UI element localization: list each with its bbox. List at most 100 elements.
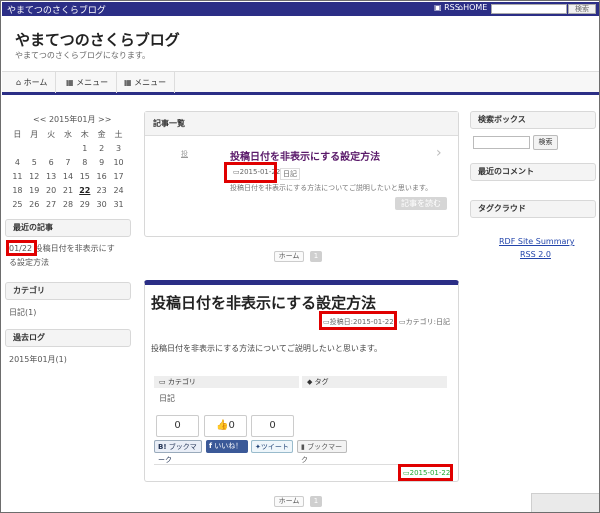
calendar-title[interactable]: << 2015年01月 >> xyxy=(33,114,111,125)
read-more-button[interactable]: 記事を読む xyxy=(395,197,447,210)
calendar-day: 6 xyxy=(48,157,54,167)
sidebar-search-button[interactable]: 検索 xyxy=(533,135,558,150)
weekday: 金 xyxy=(97,129,106,139)
like-count-value: 0 xyxy=(228,420,235,431)
pocket-bookmark-button[interactable]: ▮ ブックマーク xyxy=(297,440,347,464)
calendar-day: 3 xyxy=(115,143,122,153)
post-list-title[interactable]: 投稿日付を非表示にする設定方法 xyxy=(230,148,380,163)
hatena-icon: B! xyxy=(158,443,167,451)
calendar-week: 1 2 3 xyxy=(9,141,127,155)
calendar-day: 25 xyxy=(12,199,23,209)
grid-icon: ▦ xyxy=(66,78,74,87)
calendar-day xyxy=(43,141,60,155)
article-category-value[interactable]: 日記 xyxy=(159,393,175,404)
weekday: 水 xyxy=(63,129,72,139)
highlight-list-date xyxy=(224,162,277,183)
folder-icon: ▭ xyxy=(399,318,406,326)
calendar-day: 16 xyxy=(96,171,107,181)
calendar-week: 11 12 13 14 15 16 17 xyxy=(9,169,127,183)
browser-frame: やまてつのさくらブログ ▣ RSS ⌂HOME 検索 やまてつのさくらブログ や… xyxy=(0,0,600,513)
tweet-button[interactable]: ✦ツイート xyxy=(251,440,293,453)
calendar-week: 18 19 20 21 22 23 24 xyxy=(9,183,127,197)
rss-link[interactable]: ▣ RSS xyxy=(434,3,460,12)
nav-home[interactable]: ⌂ ホーム xyxy=(8,72,57,93)
post-list-heading: 記事一覧 xyxy=(145,112,458,136)
calendar-day: 28 xyxy=(62,199,74,209)
calendar-day xyxy=(26,141,43,155)
calendar-day: 13 xyxy=(46,171,57,181)
calendar-day: 12 xyxy=(29,171,40,181)
calendar-weekdays: 日 月 火 水 木 金 土 xyxy=(9,127,127,141)
top-search-button[interactable]: 検索 xyxy=(568,4,596,14)
article-body: 投稿日付を非表示にする方法についてご説明したいと思います。 xyxy=(151,344,383,353)
recent-post-link-cont[interactable]: る設定方法 xyxy=(9,257,49,268)
global-nav: ⌂ ホーム ▦ メニュー ▦ メニュー xyxy=(2,71,599,95)
pager-current-page[interactable]: 1 xyxy=(310,496,322,507)
post-list-excerpt: 投稿日付を非表示にする方法についてご説明したいと思います。 xyxy=(230,184,433,192)
article-category-section: ▭ カテゴリ xyxy=(154,376,299,388)
pager-home-button[interactable]: ホーム xyxy=(274,251,304,262)
archive-item[interactable]: 2015年01月(1) xyxy=(9,354,67,365)
calendar-week: 25 26 27 28 29 30 31 xyxy=(9,197,127,211)
tag-icon: ◆ xyxy=(307,378,313,386)
calendar: 日 月 火 水 木 金 土 1 2 3 4 5 6 7 8 9 10 11 12… xyxy=(9,127,127,211)
rss2-link[interactable]: RSS 2.0 xyxy=(520,250,551,259)
post-list-category[interactable]: 日記 xyxy=(280,168,300,180)
grid-icon: ▦ xyxy=(124,78,132,87)
calendar-day: 7 xyxy=(65,157,71,167)
calendar-week: 4 5 6 7 8 9 10 xyxy=(9,155,127,169)
top-search-input[interactable] xyxy=(491,4,567,14)
nav-menu-1[interactable]: ▦ メニュー xyxy=(58,72,118,93)
home-link[interactable]: ⌂HOME xyxy=(458,3,487,12)
rdf-link[interactable]: RDF Site Summary xyxy=(499,237,574,246)
calendar-day: 4 xyxy=(14,157,20,167)
calendar-day: 21 xyxy=(62,185,74,195)
facebook-like-button[interactable]: f いいね！ xyxy=(206,440,248,453)
category-item[interactable]: 日記(1) xyxy=(9,307,36,318)
calendar-day: 18 xyxy=(12,185,23,195)
calendar-day: 29 xyxy=(79,199,90,209)
article-category-meta[interactable]: ▭カテゴリ:日記 xyxy=(399,317,450,327)
calendar-day: 31 xyxy=(113,199,124,209)
weekday: 月 xyxy=(30,129,39,139)
weekday: 土 xyxy=(114,129,123,139)
calendar-day: 14 xyxy=(62,171,74,181)
calendar-day-today[interactable]: 22 xyxy=(76,183,93,197)
weekday: 木 xyxy=(80,129,89,139)
tag-section-label: タグ xyxy=(314,378,329,386)
blog-title[interactable]: やまてつのさくらブログ xyxy=(15,29,180,50)
top-bar: やまてつのさくらブログ ▣ RSS ⌂HOME 検索 xyxy=(2,2,599,16)
calendar-day xyxy=(60,141,77,155)
nav-menu-label: メニュー xyxy=(76,78,109,87)
nav-home-label: ホーム xyxy=(23,78,48,87)
category-heading: カテゴリ xyxy=(5,282,131,300)
chevron-right-icon[interactable]: › xyxy=(436,145,442,161)
facebook-icon: f xyxy=(209,442,213,450)
weekday: 火 xyxy=(47,129,56,139)
top-site-link[interactable]: やまてつのさくらブログ xyxy=(7,3,106,16)
calendar-day: 20 xyxy=(46,185,57,195)
sidebar-search-input[interactable] xyxy=(473,136,530,149)
calendar-day: 9 xyxy=(99,157,105,167)
tag-cloud-heading: タグクラウド xyxy=(470,200,596,218)
article-title[interactable]: 投稿日付を非表示にする設定方法 xyxy=(151,292,376,313)
recent-posts-heading: 最近の記事 xyxy=(5,219,131,237)
calendar-day: 2 xyxy=(99,143,105,153)
facebook-label: いいね！ xyxy=(214,442,243,450)
hatena-bookmark-button[interactable]: B! ブックマーク xyxy=(154,440,202,464)
pager-current-page[interactable]: 1 xyxy=(310,251,322,262)
calendar-day: 19 xyxy=(29,185,40,195)
post-thumbnail[interactable]: 投 xyxy=(181,149,188,159)
bookmark-icon: ▮ xyxy=(301,443,305,451)
calendar-day: 26 xyxy=(29,199,40,209)
nav-menu-2[interactable]: ▦ メニュー xyxy=(116,72,176,93)
pager-home-button[interactable]: ホーム xyxy=(274,496,304,507)
highlight-recent-date xyxy=(6,240,37,256)
tweet-count: 0 xyxy=(251,415,294,437)
calendar-day: 30 xyxy=(96,199,107,209)
calendar-day: 17 xyxy=(113,171,124,181)
rss-icon: ▣ xyxy=(434,3,442,12)
highlight-footer-date xyxy=(398,464,453,481)
like-count: 👍0 xyxy=(204,415,247,437)
highlight-article-date xyxy=(319,311,397,330)
